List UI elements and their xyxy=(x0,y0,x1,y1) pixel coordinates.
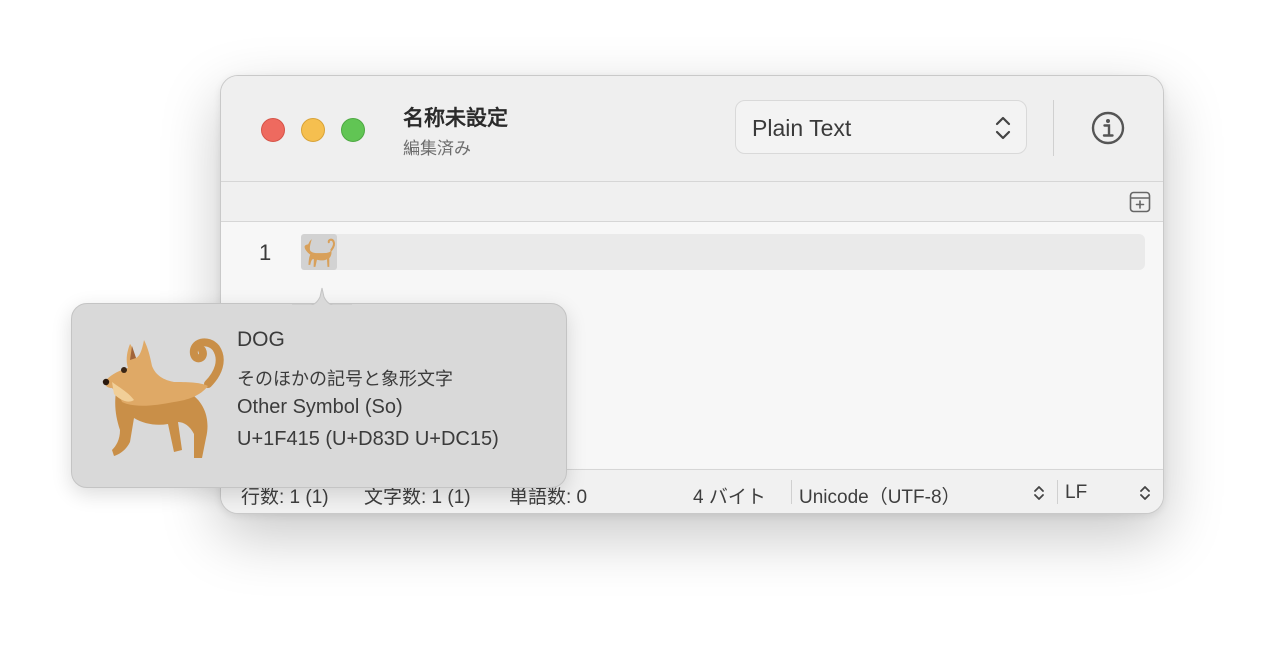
byte-count: 4 バイト xyxy=(693,487,766,508)
line-number: 1 xyxy=(259,240,272,265)
line-ending-value: LF xyxy=(1065,482,1088,503)
navigation-bar xyxy=(221,182,1163,222)
up-down-chevron-icon xyxy=(1034,486,1044,500)
document-title[interactable]: 名称未設定 xyxy=(403,102,508,132)
up-down-chevron-icon xyxy=(1140,486,1150,500)
split-editor-icon[interactable] xyxy=(1129,191,1151,213)
current-line-highlight[interactable] xyxy=(301,234,1145,270)
minimize-button[interactable] xyxy=(301,118,325,142)
status-divider xyxy=(791,480,792,504)
toolbar-divider xyxy=(1053,100,1054,156)
encoding-selector[interactable]: Unicode（UTF-8） xyxy=(799,470,1051,513)
line-ending-selector[interactable]: LF xyxy=(1065,470,1155,513)
selected-character[interactable] xyxy=(301,234,337,270)
close-button[interactable] xyxy=(261,118,285,142)
info-icon[interactable] xyxy=(1091,111,1125,145)
character-name: DOG xyxy=(237,328,285,351)
character-category: そのほかの記号と象形文字 xyxy=(237,369,453,389)
status-divider xyxy=(1057,480,1058,504)
syntax-selector-value: Plain Text xyxy=(752,115,852,141)
character-info-popover: DOG そのほかの記号と象形文字 Other Symbol (So) U+1F4… xyxy=(71,287,567,488)
dog-emoji-icon xyxy=(102,338,224,458)
document-status: 編集済み xyxy=(403,139,471,158)
general-category: Other Symbol (So) xyxy=(237,396,403,418)
code-point: U+1F415 (U+D83D U+DC15) xyxy=(237,428,499,450)
syntax-selector[interactable]: Plain Text xyxy=(735,100,1027,154)
popover-arrow xyxy=(292,287,352,306)
title-bar: 名称未設定 編集済み Plain Text xyxy=(221,76,1163,182)
zoom-button[interactable] xyxy=(341,118,365,142)
up-down-chevron-icon xyxy=(995,116,1011,140)
dog-emoji-icon xyxy=(304,238,336,267)
encoding-value: Unicode（UTF-8） xyxy=(799,487,961,508)
